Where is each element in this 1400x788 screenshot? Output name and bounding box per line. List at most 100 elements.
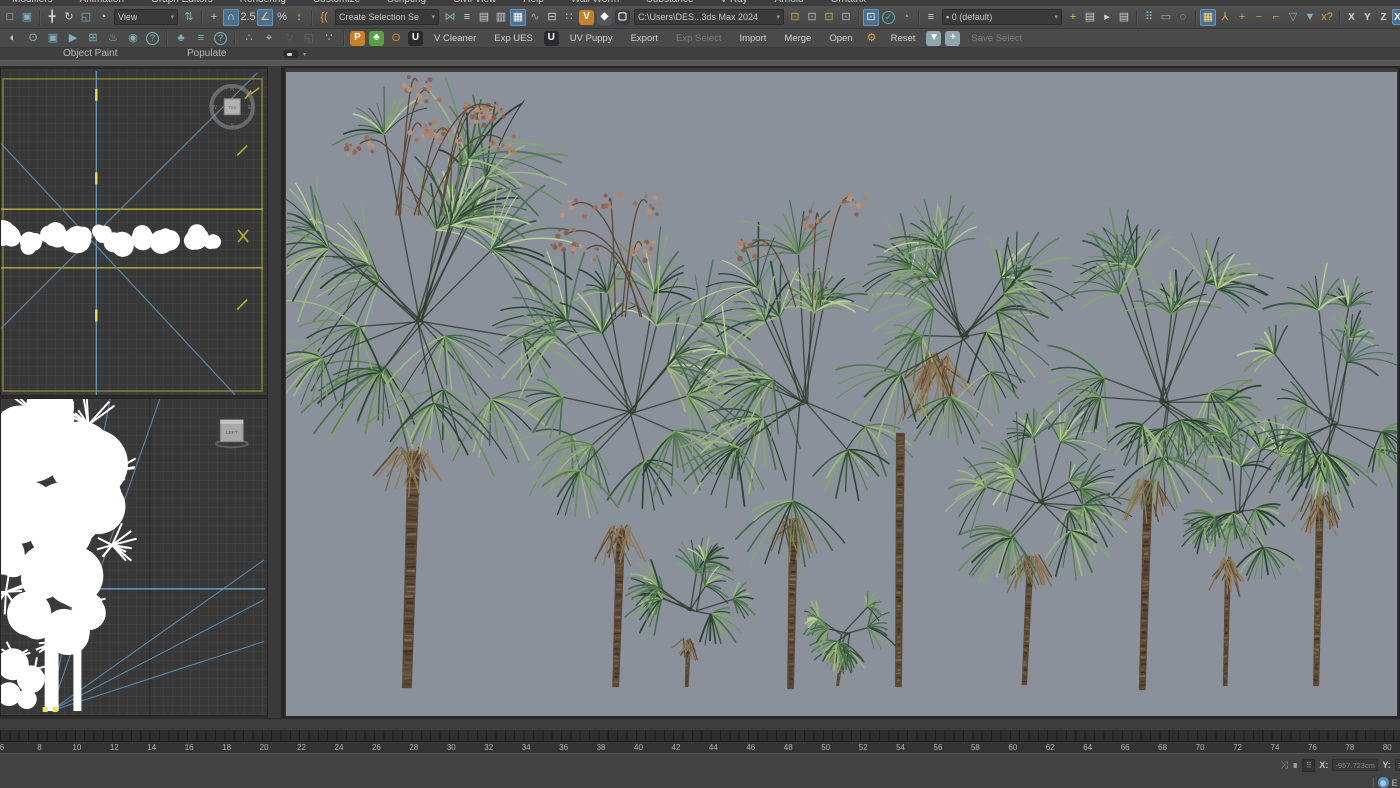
status-sphere-icon[interactable]: ◍ <box>1378 777 1389 788</box>
named-selection-icon[interactable]: {( <box>316 9 332 26</box>
pin-icon[interactable]: ◔ <box>898 9 914 26</box>
selection-filter-solid-icon[interactable]: ▼ <box>1302 9 1318 26</box>
layer-manager-icon[interactable]: ≡ <box>923 9 939 26</box>
select-region-icon[interactable]: □ <box>2 9 18 26</box>
select-move-icon[interactable]: ╋ <box>44 9 60 26</box>
monitor-select-icon[interactable]: ◱ <box>300 30 318 46</box>
reference-coordinate-dropdown[interactable]: View▾ <box>114 9 178 25</box>
render-preview-icon[interactable]: ▶ <box>64 30 82 46</box>
help-icon[interactable]: ? <box>146 32 159 45</box>
ribbon-minimize-button[interactable] <box>283 50 299 58</box>
y-coord-field[interactable]: 30.60 <box>1395 759 1400 771</box>
project-folder-dropdown[interactable]: C:\Users\DES...3ds Max 2024▾ <box>634 9 784 25</box>
pivot-min-icon[interactable]: − <box>1251 9 1267 26</box>
gear-icon[interactable]: ⚙ <box>863 30 881 46</box>
align-icon[interactable]: ≡ <box>459 9 475 26</box>
grow-fx-icon[interactable]: ♣ <box>369 31 384 46</box>
timeline-ruler[interactable]: 6810121416182022242628303234363840424446… <box>0 742 1400 753</box>
render-region-icon[interactable]: ⊞ <box>84 30 102 46</box>
viewcube[interactable]: TopNESW <box>211 86 259 129</box>
viewport-left-view[interactable]: LEFT <box>0 398 268 716</box>
selection-filter-icon[interactable]: ▽ <box>1285 9 1301 26</box>
render-teapot-icon[interactable]: ♨ <box>104 30 122 46</box>
render-setup-icon[interactable]: ◐ <box>4 30 22 46</box>
axis-xy-button[interactable]: XY <box>1392 9 1400 25</box>
viewcube[interactable]: LEFT <box>216 420 248 447</box>
forest-tools-icon[interactable]: ♣ <box>172 30 190 46</box>
absolute-mode-button[interactable]: ⠿ <box>1302 759 1315 772</box>
paint-select-icon[interactable]: ▣ <box>19 9 35 26</box>
snap-25d-icon[interactable]: 2.5 <box>240 9 256 26</box>
layer-explorer-icon[interactable]: ▥ <box>493 9 509 26</box>
pivot-surface-icon[interactable]: ⅄ <box>1217 9 1233 26</box>
link-icon[interactable]: ⊡ <box>787 9 803 26</box>
freeze-transform-icon[interactable]: x? <box>1319 9 1335 26</box>
pivot-center-icon[interactable]: + <box>1234 9 1250 26</box>
ribbon-toggle-icon[interactable]: ▦ <box>510 9 526 26</box>
pivot-key-icon[interactable]: ⌐ <box>1268 9 1284 26</box>
render-production-icon[interactable]: ◉ <box>124 30 142 46</box>
layer-stack2-icon[interactable]: ▤ <box>1116 9 1132 26</box>
viewport-top-view[interactable]: TopNESW <box>0 68 268 396</box>
curve-editor-icon[interactable]: ∿ <box>527 9 543 26</box>
scene-explorer-icon[interactable]: ▤ <box>476 9 492 26</box>
timeline-track[interactable] <box>0 730 1400 742</box>
axis-x-button[interactable]: X <box>1344 9 1359 25</box>
mirror-icon[interactable]: ⇅ <box>181 9 197 26</box>
merge-button[interactable]: Merge <box>776 30 819 46</box>
save-select-button[interactable]: Save Select <box>963 30 1030 46</box>
viewport-main-camera[interactable] <box>283 66 1400 718</box>
vray-render-icon[interactable]: V <box>579 10 594 25</box>
layer-stack-icon[interactable]: ▤ <box>1082 9 1098 26</box>
export-button[interactable]: Export <box>623 30 666 46</box>
layer-dropdown[interactable]: ▪ 0 (default)▾ <box>942 9 1062 25</box>
add-layer-icon[interactable]: + <box>1065 9 1081 26</box>
dot-circle-icon[interactable]: ◌ <box>1175 9 1191 26</box>
notes-icon[interactable]: ≡ <box>192 30 210 46</box>
unlink-icon[interactable]: ⊡ <box>804 9 820 26</box>
placement-icon[interactable]: ◔ <box>95 9 111 26</box>
import-button[interactable]: Import <box>731 30 774 46</box>
x-coord-field[interactable]: -957.723cm <box>1332 759 1378 771</box>
paint-toolbox-icon[interactable]: P <box>350 31 365 46</box>
percent-snap-icon[interactable]: % <box>274 9 290 26</box>
use-pivot-grid-icon[interactable]: ▦ <box>1200 9 1216 26</box>
spinner-snap-icon[interactable]: ↕ <box>291 9 307 26</box>
target-icon[interactable]: ⌖ <box>260 30 278 46</box>
select-by-layer-icon[interactable]: ⊡ <box>863 9 879 26</box>
axis-z-button[interactable]: Z <box>1376 9 1391 25</box>
viewport-splitter[interactable] <box>268 66 283 718</box>
ribbon-options-caret[interactable]: ▾ <box>303 51 306 58</box>
transform-dots-icon[interactable]: ∴ <box>240 30 258 46</box>
gizmo-toggle-icon[interactable]: ⤨ <box>1280 760 1288 771</box>
selection-lock-icon[interactable]: ∎ <box>1292 760 1298 771</box>
vray-fb-icon[interactable]: ◆ <box>597 10 612 25</box>
mirror-tool-icon[interactable]: ⋈ <box>442 9 458 26</box>
angle-snap-icon[interactable]: ∠ <box>257 9 273 26</box>
pick-layer-icon[interactable]: ▸ <box>1099 9 1115 26</box>
transform-dots2-icon[interactable]: ∵ <box>320 30 338 46</box>
bind-spacewarp-icon[interactable]: ⊡ <box>821 9 837 26</box>
link-info-icon[interactable]: ⊡ <box>838 9 854 26</box>
exp-select-button[interactable]: Exp Select <box>668 30 729 46</box>
check-icon[interactable]: ✓ <box>882 11 895 24</box>
save-plus-icon[interactable]: + <box>945 31 960 46</box>
unreal-icon[interactable]: U <box>408 31 423 46</box>
uv-puppy-button[interactable]: UV Puppy <box>562 30 621 46</box>
open-button[interactable]: Open <box>821 30 860 46</box>
grid-array-icon[interactable]: ⠿ <box>1141 9 1157 26</box>
help2-icon[interactable]: ? <box>214 32 227 45</box>
save-icon[interactable]: ▼ <box>926 31 941 46</box>
reset-button[interactable]: Reset <box>883 30 924 46</box>
select-scale-icon[interactable]: ◱ <box>78 9 94 26</box>
unreal2-icon[interactable]: U <box>544 31 559 46</box>
snap-cross-icon[interactable]: + <box>206 9 222 26</box>
v-cleaner-button[interactable]: V Cleaner <box>426 30 484 46</box>
sphere-arrow-icon[interactable]: ↻ <box>280 30 298 46</box>
measure-icon[interactable]: ▭ <box>1158 9 1174 26</box>
snaps-toggle-icon[interactable]: ∩ <box>223 9 239 26</box>
axis-y-button[interactable]: Y <box>1360 9 1375 25</box>
tab-populate[interactable]: Populate <box>187 48 226 59</box>
blender-icon[interactable]: ʘ <box>387 30 405 46</box>
render-frame-icon[interactable]: ▣ <box>44 30 62 46</box>
